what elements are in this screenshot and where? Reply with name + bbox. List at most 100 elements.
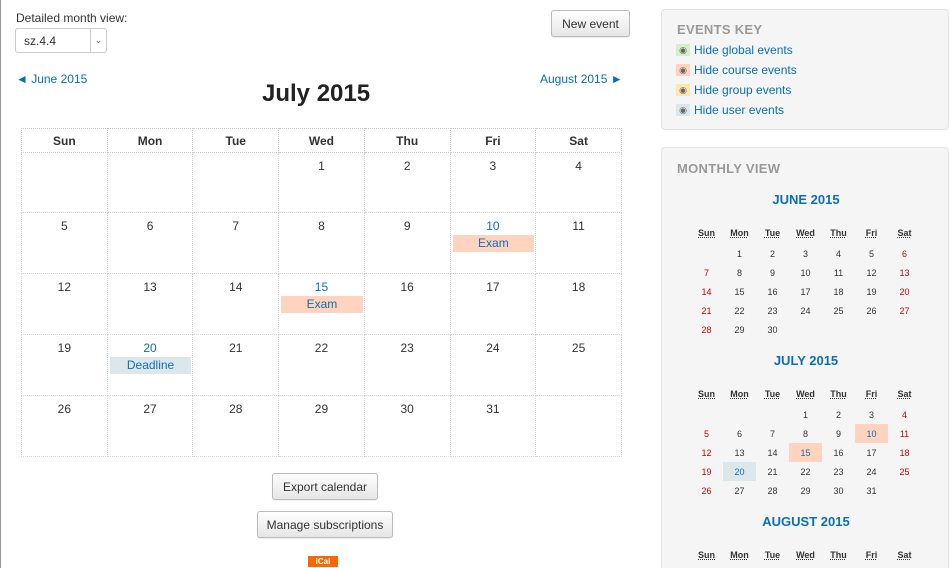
calendar-week-row: 26 27 28 29 30 31 [21,395,622,457]
day-number: 27 [143,402,157,416]
calendar-day-cell: 29 [278,395,365,457]
mini-day-event[interactable]: 15 [789,443,822,462]
day-number: 7 [232,219,240,233]
mini-day: 18 [833,286,844,297]
mini-day: 7 [769,428,775,439]
calendar-empty-cell [535,395,622,457]
mini-day: 1 [802,409,808,420]
calendar-day-cell: 14 [192,273,280,335]
calendar-day-cell: 25 [535,334,622,396]
mini-day: 21 [767,466,778,477]
mini-day: 2 [835,409,841,420]
mini-day-event[interactable]: 20 [723,462,756,481]
mini-day: 26 [701,485,712,496]
mini-day: 16 [767,286,778,297]
mini-weekday-header: Sun [698,389,715,399]
events-key-item[interactable]: ◉ Hide user events [676,103,784,117]
calendar-day-cell: 13 [106,273,194,335]
mini-weekday-header: Thu [830,228,847,238]
calendar-day-cell: 22 [278,334,365,396]
mini-day: 23 [767,305,778,316]
manage-subscriptions-button[interactable]: Manage subscriptions [257,511,393,538]
events-key-item[interactable]: ◉ Hide group events [676,83,791,97]
eye-icon: ◉ [676,104,690,116]
mini-day-empty [756,405,789,424]
mini-day: 31 [866,485,877,496]
calendar-event-deadline[interactable]: Deadline [109,357,192,374]
monthly-view-block: MONTHLY VIEW JUNE 2015 Sun Mon Tue Wed Thu Fri… [661,147,949,568]
mini-day: 5 [868,248,874,259]
mini-day: 17 [800,286,811,297]
ical-link[interactable]: iCal [308,556,338,567]
calendar-event-exam[interactable]: Exam [281,296,363,313]
events-key-label[interactable]: Hide global events [694,43,793,57]
weekday-header: Tue [192,128,280,153]
mini-day: 30 [833,485,844,496]
calendar-day-cell: 19 [21,334,108,396]
mini-weekday-header: Fri [865,550,878,560]
mini-month-grid: Sun Mon Tue Wed Thu Fri Sat 1 2 3 4 5 6 7 8 9 10 11 12 13 14… [690,383,921,500]
mini-day-empty [690,244,723,263]
calendar-event-exam[interactable]: Exam [452,235,535,252]
day-number-link[interactable]: 10 [451,219,536,233]
new-event-button[interactable]: New event [551,10,630,37]
prev-month-link[interactable]: ◄ June 2015 [16,72,87,86]
events-key-item[interactable]: ◉ Hide course events [676,63,797,77]
events-key-item[interactable]: ◉ Hide global events [676,43,793,57]
month-calendar-grid: Sun Mon Tue Wed Thu Fri Sat 1 2 3 4 5 6 7 8 9 10 Exam 11 1… [21,128,622,457]
mini-month-title[interactable]: JULY 2015 [662,353,949,368]
mini-day: 6 [736,428,742,439]
day-number: 13 [143,280,157,294]
mini-day: 20 [899,286,910,297]
calendar-empty-cell [106,152,194,213]
mini-weekday-header: Sun [698,228,715,238]
course-select[interactable]: sz.4.4 ⌄ [15,28,107,53]
mini-day-event[interactable]: 10 [855,424,888,443]
calendar-empty-cell [192,152,280,213]
day-number: 26 [57,402,72,416]
mini-day: 1 [736,248,742,259]
day-number: 6 [146,219,154,233]
calendar-day-cell: 30 [363,395,451,457]
events-key-label[interactable]: Hide course events [694,63,797,77]
calendar-day-cell: 10 Exam [449,212,537,274]
mini-day: 3 [802,248,808,259]
mini-day: 13 [734,447,745,458]
mini-day: 30 [767,324,778,335]
events-key-label[interactable]: Hide group events [694,83,791,97]
calendar-day-cell: 12 [21,273,108,335]
calendar-day-cell: 7 [192,212,280,274]
calendar-day-cell: 2 [363,152,451,213]
mini-weekday-header: Wed [796,228,815,238]
mini-weekday-header: Sat [897,550,912,560]
day-number: 17 [486,280,500,294]
events-key-label[interactable]: Hide user events [694,103,784,117]
mini-day: 11 [833,267,844,278]
export-calendar-button[interactable]: Export calendar [272,473,378,500]
mini-month-grid: Sun Mon Tue Wed Thu Fri Sat 1 2 3 4 5 6 7 8 9 10 11 12 13 14… [690,222,921,339]
day-number: 14 [229,280,243,294]
next-month-link[interactable]: August 2015 ► [540,72,623,86]
events-key-block: EVENTS KEY ◉ Hide global events ◉ Hide cour… [661,9,949,130]
mini-day: 22 [800,466,811,477]
eye-icon: ◉ [676,64,690,76]
mini-month-title[interactable]: JUNE 2015 [662,192,949,207]
mini-month-title[interactable]: AUGUST 2015 [662,514,949,529]
day-number: 3 [489,159,497,173]
day-number-link[interactable]: 15 [279,280,364,294]
calendar-week-row: 1 2 3 4 [21,152,622,213]
mini-day: 8 [802,428,808,439]
mini-day: 5 [703,428,709,439]
mini-day: 16 [833,447,844,458]
mini-day: 13 [899,267,910,278]
calendar-day-cell: 27 [106,395,194,457]
mini-day: 9 [769,267,775,278]
calendar-week-row: 12 13 14 15 Exam 16 17 18 [21,273,622,335]
day-number: 9 [403,219,411,233]
day-number-link[interactable]: 20 [108,341,193,355]
mini-day: 11 [899,428,910,439]
mini-day: 18 [899,447,910,458]
day-number: 19 [57,341,72,355]
mini-day: 2 [769,248,775,259]
mini-day: 24 [866,466,877,477]
